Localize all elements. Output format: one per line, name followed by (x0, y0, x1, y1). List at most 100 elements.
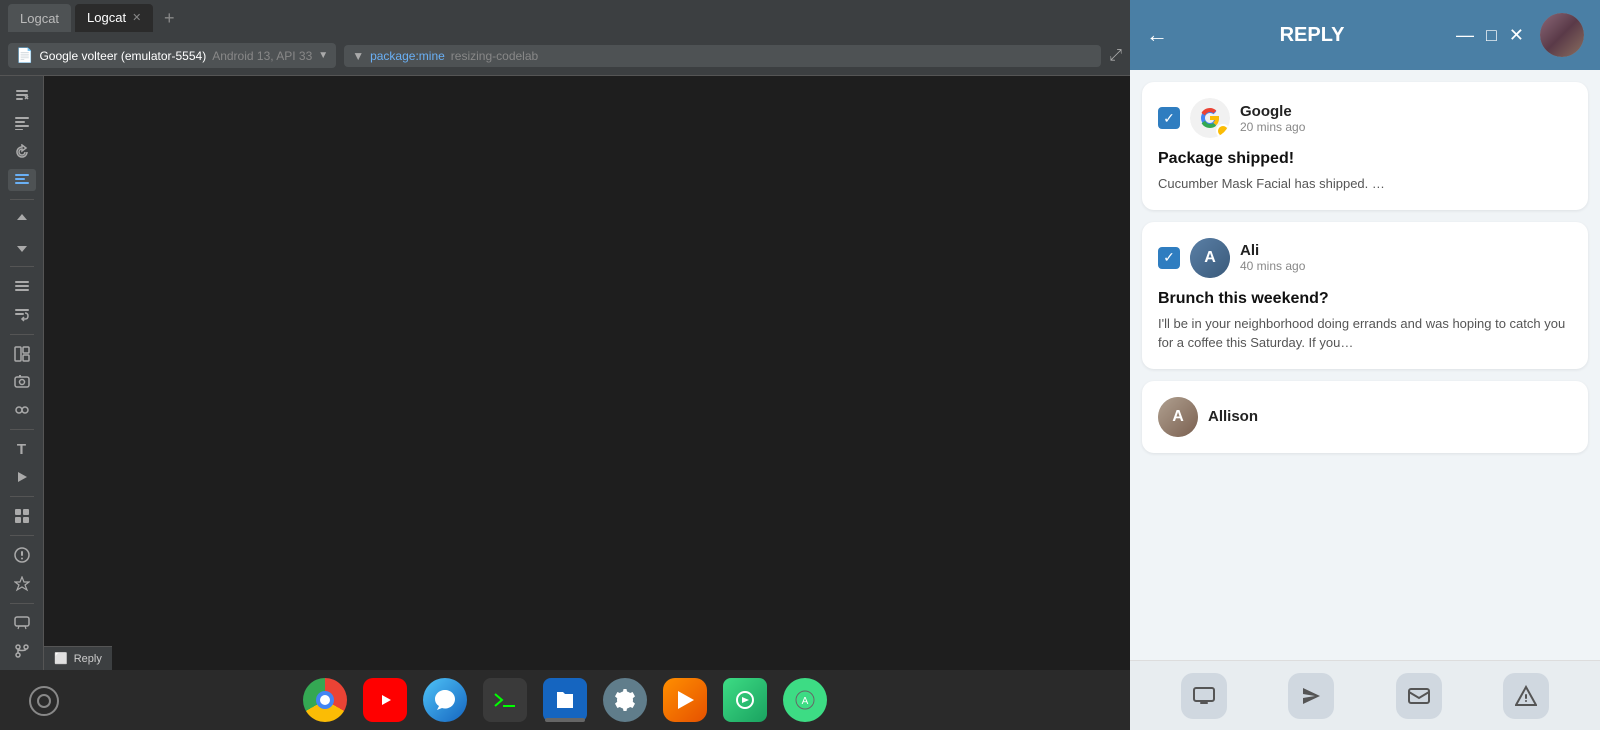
notification-panel: ← REPLY — □ ✕ ✓ (1130, 0, 1600, 730)
taskbar-androidstudio-icon[interactable] (723, 678, 767, 722)
panel-controls: — □ ✕ (1456, 25, 1524, 46)
scroll-up-button[interactable] (8, 208, 36, 230)
tab-label-2: Logcat (87, 10, 126, 25)
user-avatar (1540, 13, 1584, 57)
google-time: 20 mins ago (1240, 120, 1305, 134)
google-sender-name: Google (1240, 103, 1305, 120)
android-taskbar: A (0, 670, 1130, 730)
notification-card-ali[interactable]: ✓ A Ali 40 mins ago Brunch this weekend?… (1142, 222, 1588, 369)
home-button-left[interactable] (28, 685, 60, 722)
side-toolbar: T (0, 76, 44, 670)
panel-header: ← REPLY — □ ✕ (1130, 0, 1600, 70)
taskbar-messages-icon[interactable] (423, 678, 467, 722)
reply-window-icon: ⬜ (54, 652, 68, 665)
panel-actions (1130, 660, 1600, 730)
action-tv-button[interactable] (1181, 673, 1227, 719)
ali-sender-info: Ali 40 mins ago (1240, 242, 1305, 273)
grid-button[interactable] (8, 505, 36, 527)
check-icon-ali: ✓ (1163, 249, 1175, 266)
warning-button[interactable] (8, 544, 36, 566)
google-notif-body: Cucumber Mask Facial has shipped. … (1158, 174, 1572, 194)
log-area (44, 76, 1130, 670)
check-icon-google: ✓ (1163, 110, 1175, 127)
ali-notif-body: I'll be in your neighborhood doing erran… (1158, 314, 1572, 353)
taskbar-settings-icon[interactable] (603, 678, 647, 722)
log-level-button[interactable] (8, 275, 36, 297)
t-button[interactable]: T (8, 438, 36, 460)
divider-5 (10, 496, 34, 497)
filter-text: resizing-codelab (451, 49, 538, 63)
filter-tag: package:mine (370, 49, 445, 63)
tab-add-button[interactable]: + (157, 6, 181, 30)
divider-7 (10, 603, 34, 604)
ali-time: 40 mins ago (1240, 259, 1305, 273)
expand-button[interactable]: ⤢ (1109, 47, 1122, 65)
notif-header-google: ✓ (1158, 98, 1572, 138)
taskbar-youtube-icon[interactable] (363, 678, 407, 722)
notification-list: ✓ (1130, 70, 1600, 660)
google-sender-info: Google 20 mins ago (1240, 103, 1305, 134)
tab-close-icon[interactable]: ✕ (132, 11, 141, 24)
tab-logcat-1[interactable]: Logcat (8, 4, 71, 32)
divider-2 (10, 266, 34, 267)
tab-logcat-2[interactable]: Logcat ✕ (75, 4, 153, 32)
allison-avatar: A (1158, 397, 1198, 437)
ali-notif-title: Brunch this weekend? (1158, 290, 1572, 308)
taskbar-playstore-icon[interactable] (663, 678, 707, 722)
maximize-button[interactable]: □ (1486, 25, 1497, 46)
reload-button[interactable] (8, 141, 36, 163)
ide-area: Logcat Logcat ✕ + 📄 Google volteer (emul… (0, 0, 1130, 730)
tab-label-1: Logcat (20, 11, 59, 26)
svg-text:A: A (802, 696, 809, 707)
layout-button[interactable] (8, 342, 36, 364)
divider-6 (10, 535, 34, 536)
filter-area[interactable]: ▼ package:mine resizing-codelab (344, 45, 1101, 67)
divider-4 (10, 429, 34, 430)
record-button[interactable] (8, 399, 36, 421)
toolbar: 📄 Google volteer (emulator-5554) Android… (0, 36, 1130, 76)
plugin-button[interactable] (8, 573, 36, 595)
scroll-down-button[interactable] (8, 236, 36, 258)
tab-bar: Logcat Logcat ✕ + (0, 0, 1130, 36)
back-button[interactable]: ← (1146, 22, 1168, 48)
taskbar-android-icon[interactable]: A (783, 678, 827, 722)
notification-card-allison[interactable]: A Allison (1142, 381, 1588, 453)
checkbox-ali[interactable]: ✓ (1158, 247, 1180, 269)
device-selector[interactable]: 📄 Google volteer (emulator-5554) Android… (8, 43, 336, 68)
chat-button[interactable] (8, 612, 36, 634)
panel-title: REPLY (1168, 24, 1456, 47)
allison-sender-name: Allison (1208, 408, 1258, 425)
screenshot-button[interactable] (8, 371, 36, 393)
action-mail-button[interactable] (1396, 673, 1442, 719)
action-send-button[interactable] (1288, 673, 1334, 719)
notif-header-ali: ✓ A Ali 40 mins ago (1158, 238, 1572, 278)
branch-button[interactable] (8, 640, 36, 662)
filter-icon: ▼ (352, 49, 364, 63)
divider-3 (10, 334, 34, 335)
format-button[interactable] (8, 112, 36, 134)
action-alert-button[interactable] (1503, 673, 1549, 719)
divider-1 (10, 199, 34, 200)
taskbar-terminal-icon[interactable] (483, 678, 527, 722)
reply-label-bar: ⬜ Reply (44, 646, 112, 670)
minimize-button[interactable]: — (1456, 25, 1474, 46)
taskbar-chrome-icon[interactable] (303, 678, 347, 722)
clear-logs-button[interactable] (8, 84, 36, 106)
ali-sender-name: Ali (1240, 242, 1305, 259)
home-indicator (545, 718, 585, 722)
dropdown-arrow-icon: ▼ (318, 50, 328, 61)
run-button[interactable] (8, 466, 36, 488)
device-name: Google volteer (emulator-5554) (39, 49, 206, 63)
google-avatar (1190, 98, 1230, 138)
google-notif-title: Package shipped! (1158, 150, 1572, 168)
device-api: Android 13, API 33 (212, 49, 312, 63)
close-panel-button[interactable]: ✕ (1509, 25, 1524, 46)
device-icon: 📄 (16, 47, 33, 64)
filter-list-button[interactable] (8, 169, 36, 191)
checkbox-google[interactable]: ✓ (1158, 107, 1180, 129)
taskbar-files-icon[interactable] (543, 678, 587, 722)
reply-label: Reply (74, 653, 102, 665)
notification-card-google[interactable]: ✓ (1142, 82, 1588, 210)
ali-avatar: A (1190, 238, 1230, 278)
wrap-text-button[interactable] (8, 303, 36, 325)
